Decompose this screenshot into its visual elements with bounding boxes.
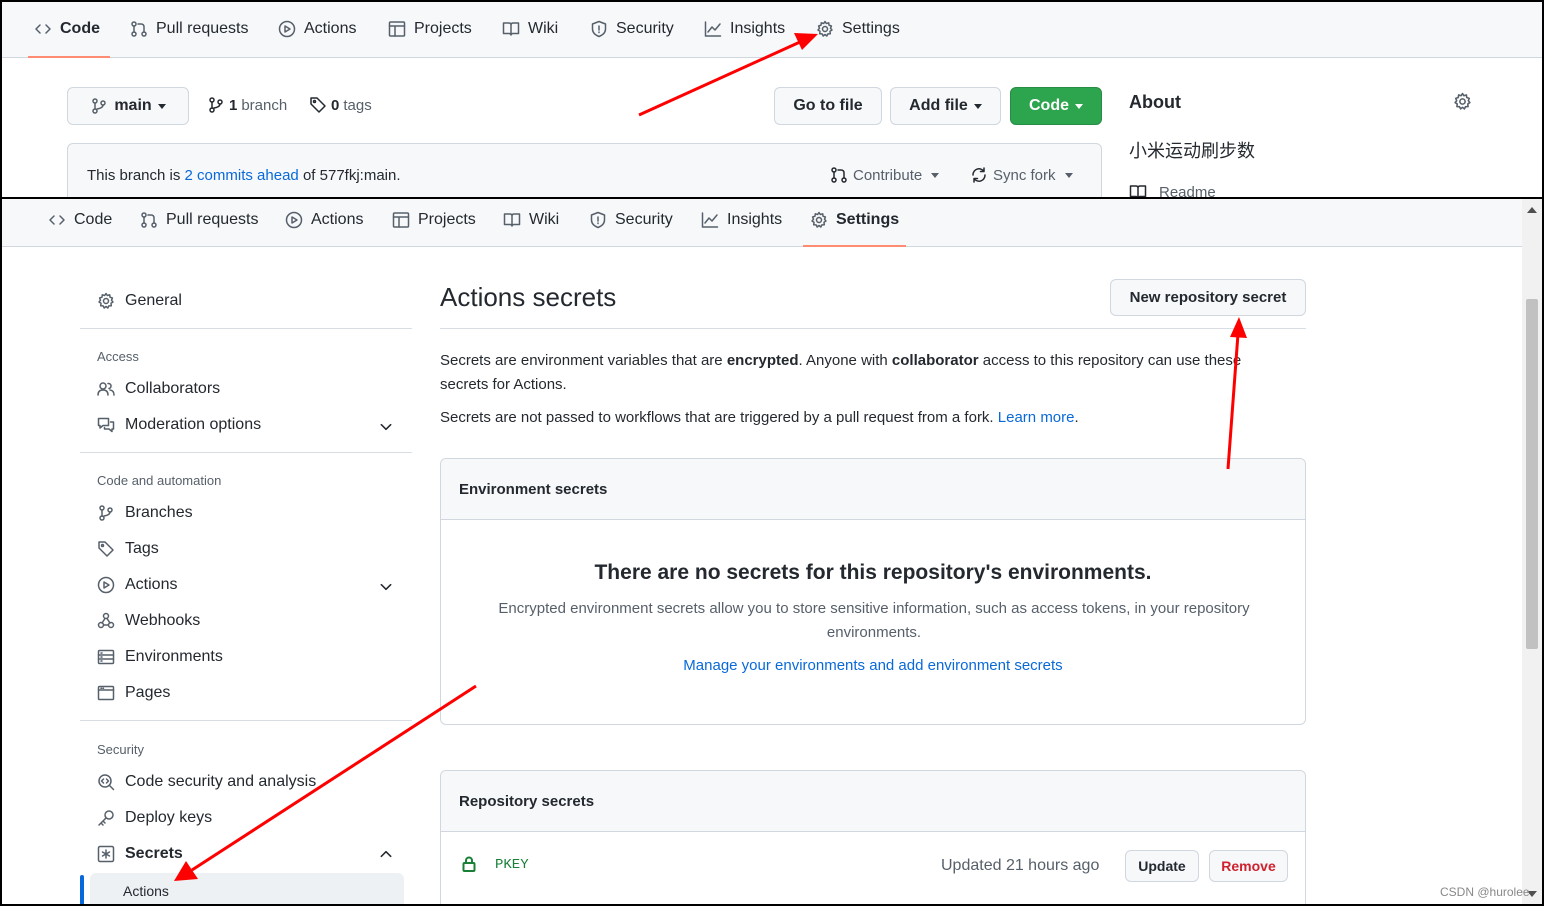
repo-home-panel: Code Pull requests Actions Projects Wiki… — [0, 0, 1544, 199]
annotation-arrow-new-secret — [1226, 333, 1240, 470]
annotation-arrows — [174, 317, 1247, 881]
settings-secrets-panel: Code Pull requests Actions Projects Wiki… — [0, 197, 1544, 906]
annotation-arrow-secrets-actions — [191, 684, 477, 872]
annotation-arrow-settings — [638, 33, 818, 117]
